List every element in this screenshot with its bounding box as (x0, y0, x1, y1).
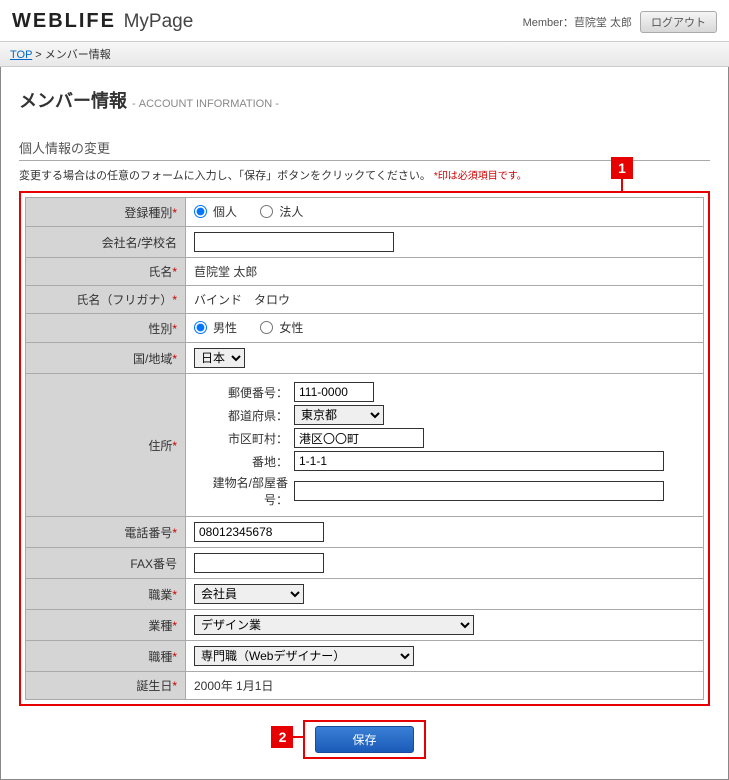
jobtype-label: 職種* (26, 641, 186, 672)
reg-type-personal[interactable]: 個人 (194, 203, 237, 220)
logout-button[interactable]: ログアウト (640, 11, 717, 33)
marker-1: 1 (611, 157, 633, 179)
breadcrumb: TOP > メンバー情報 (0, 42, 729, 67)
required-note: *印は必須項目です。 (434, 171, 527, 182)
breadcrumb-top-link[interactable]: TOP (10, 49, 32, 61)
country-select[interactable]: 日本 (194, 348, 245, 368)
occupation-label: 職業* (26, 579, 186, 610)
city-input[interactable] (294, 428, 424, 448)
kana-value: バインド タロウ (186, 286, 704, 314)
page-subtitle: - ACCOUNT INFORMATION - (132, 98, 279, 110)
gender-male[interactable]: 男性 (194, 319, 237, 336)
tel-input[interactable] (194, 522, 324, 542)
save-wrap: 2 保存 (303, 720, 425, 759)
reg-type-corporate[interactable]: 法人 (260, 203, 303, 220)
form-area: 1 登録種別* 個人 法人 会社名/学校名 氏名* 苣院堂 太郎 氏名（フリガナ… (19, 191, 710, 706)
company-label: 会社名/学校名 (26, 227, 186, 258)
country-label: 国/地域* (26, 343, 186, 374)
logo-light: MyPage (124, 11, 194, 32)
industry-label: 業種* (26, 610, 186, 641)
fax-label: FAX番号 (26, 548, 186, 579)
breadcrumb-current: メンバー情報 (45, 49, 111, 61)
industry-select[interactable]: デザイン業 (194, 615, 474, 635)
logo-bold: WEBLIFE (12, 10, 116, 32)
marker-2: 2 (271, 726, 293, 748)
instruction: 変更する場合はの任意のフォームに入力し、「保存」ボタンをクリックてください。 *… (19, 167, 710, 183)
save-button[interactable]: 保存 (315, 726, 413, 753)
save-area: 2 保存 (19, 720, 710, 759)
member-label: Member：苣院堂 太郎 (523, 14, 632, 30)
birthday-value: 2000年 1月1日 (186, 672, 704, 700)
content: メンバー情報 - ACCOUNT INFORMATION - 個人情報の変更 変… (0, 67, 729, 780)
tel-label: 電話番号* (26, 517, 186, 548)
name-value: 苣院堂 太郎 (186, 258, 704, 286)
header-right: Member：苣院堂 太郎 ログアウト (523, 11, 717, 33)
fax-input[interactable] (194, 553, 324, 573)
pref-select[interactable]: 東京都 (294, 405, 384, 425)
header: WEBLIFE MyPage Member：苣院堂 太郎 ログアウト (0, 0, 729, 42)
company-input[interactable] (194, 232, 394, 252)
form-table: 登録種別* 個人 法人 会社名/学校名 氏名* 苣院堂 太郎 氏名（フリガナ）*… (25, 197, 704, 700)
gender-label: 性別* (26, 314, 186, 343)
page-title: メンバー情報 - ACCOUNT INFORMATION - (19, 87, 710, 113)
name-label: 氏名* (26, 258, 186, 286)
kana-label: 氏名（フリガナ）* (26, 286, 186, 314)
street-input[interactable] (294, 451, 664, 471)
zip-input[interactable] (294, 382, 374, 402)
address-label: 住所* (26, 374, 186, 517)
occupation-select[interactable]: 会社員 (194, 584, 304, 604)
jobtype-select[interactable]: 専門職（Webデザイナー） (194, 646, 414, 666)
section-title: 個人情報の変更 (19, 138, 710, 161)
reg-type-label: 登録種別* (26, 198, 186, 227)
gender-female[interactable]: 女性 (260, 319, 303, 336)
birthday-label: 誕生日* (26, 672, 186, 700)
building-input[interactable] (294, 481, 664, 501)
logo: WEBLIFE MyPage (12, 10, 193, 33)
